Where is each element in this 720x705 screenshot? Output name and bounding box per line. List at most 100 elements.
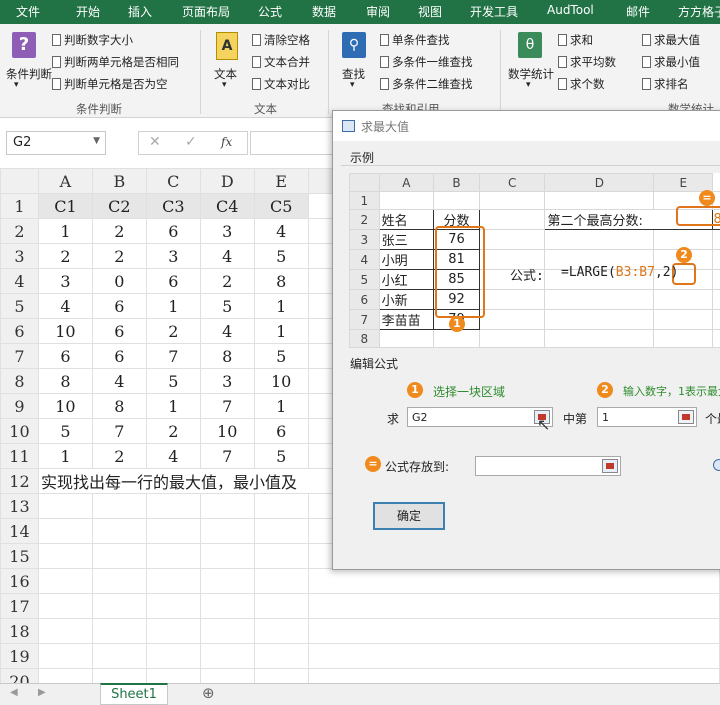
row-header[interactable]: 15	[0, 543, 39, 569]
cell[interactable]: 7	[199, 393, 255, 419]
cell[interactable]: 3	[199, 368, 255, 394]
header-cell[interactable]: C5	[253, 193, 309, 219]
cell[interactable]	[199, 593, 255, 619]
cell[interactable]: 7	[91, 418, 147, 444]
tab-data[interactable]: 数据	[312, 3, 336, 20]
sheet-tab[interactable]: Sheet1	[100, 683, 168, 705]
cell[interactable]: 3	[37, 268, 93, 294]
cell[interactable]	[37, 543, 93, 569]
row-header[interactable]: 6	[0, 318, 39, 344]
cell[interactable]	[253, 518, 309, 544]
cell[interactable]	[91, 618, 147, 644]
cell[interactable]	[37, 518, 93, 544]
cell[interactable]: 10	[199, 418, 255, 444]
cell[interactable]	[253, 493, 309, 519]
judge-cell-empty[interactable]: 判断单元格是否为空	[52, 76, 168, 92]
function-icon[interactable]: fx	[221, 135, 232, 149]
cell[interactable]	[199, 568, 255, 594]
tab-page-layout[interactable]: 页面布局	[182, 3, 230, 20]
cell[interactable]	[253, 643, 309, 669]
column-header[interactable]: A	[37, 168, 93, 194]
cell[interactable]	[145, 593, 201, 619]
add-sheet-icon[interactable]: ⊕	[202, 684, 215, 702]
k-input[interactable]: 1	[597, 407, 697, 427]
cell[interactable]: 4	[253, 218, 309, 244]
cell[interactable]: 4	[37, 293, 93, 319]
cell[interactable]	[145, 493, 201, 519]
cell[interactable]: 1	[37, 218, 93, 244]
cell[interactable]: 7	[145, 343, 201, 369]
cell[interactable]: 6	[145, 218, 201, 244]
cond-judge-button[interactable]: 条件判断	[6, 66, 52, 82]
scroll-left-icon[interactable]: ◀	[10, 687, 18, 698]
header-cell[interactable]: C4	[199, 193, 255, 219]
multi-cond-1d-find[interactable]: 多条件一维查找	[380, 54, 473, 70]
cell[interactable]	[199, 518, 255, 544]
column-header[interactable]: B	[91, 168, 147, 194]
judge-number-size[interactable]: 判断数字大小	[52, 32, 133, 48]
cell[interactable]: 1	[145, 293, 201, 319]
tab-fangfang[interactable]: 方方格子	[678, 3, 720, 20]
tab-review[interactable]: 审阅	[366, 3, 390, 20]
text-compare[interactable]: 文本对比	[252, 76, 310, 92]
cell[interactable]: 2	[145, 318, 201, 344]
row-header[interactable]: 13	[0, 493, 39, 519]
cell[interactable]: 2	[91, 443, 147, 469]
cell[interactable]: 5	[253, 443, 309, 469]
count[interactable]: 求个数	[558, 76, 605, 92]
formula-input[interactable]	[250, 131, 340, 155]
cell[interactable]: 1	[253, 318, 309, 344]
row-header[interactable]: 9	[0, 393, 39, 419]
row-header[interactable]: 8	[0, 368, 39, 394]
column-header[interactable]: D	[199, 168, 255, 194]
cell[interactable]: 5	[253, 243, 309, 269]
single-cond-find[interactable]: 单条件查找	[380, 32, 450, 48]
store-input[interactable]	[475, 456, 621, 476]
cell[interactable]: 1	[253, 293, 309, 319]
row-header[interactable]: 18	[0, 618, 39, 644]
sum[interactable]: 求和	[558, 32, 593, 48]
tab-insert[interactable]: 插入	[128, 3, 152, 20]
text-merge[interactable]: 文本合并	[252, 54, 310, 70]
tab-view[interactable]: 视图	[418, 3, 442, 20]
row-header[interactable]: 10	[0, 418, 39, 444]
row-header[interactable]: 3	[0, 243, 39, 269]
cell[interactable]: 0	[91, 268, 147, 294]
tab-audtool[interactable]: AudTool	[547, 3, 594, 17]
cell[interactable]	[253, 543, 309, 569]
find-max[interactable]: 求最大值	[642, 32, 700, 48]
row-header[interactable]: 16	[0, 568, 39, 594]
multi-cond-2d-find[interactable]: 多条件二维查找	[380, 76, 473, 92]
average[interactable]: 求平均数	[558, 54, 616, 70]
cell[interactable]: 10	[37, 318, 93, 344]
cancel-icon[interactable]: ✕	[149, 134, 161, 150]
cell[interactable]	[145, 518, 201, 544]
cell[interactable]: 2	[91, 243, 147, 269]
name-box[interactable]: G2 ▼	[6, 131, 106, 155]
stats-button[interactable]: 数学统计	[508, 66, 554, 82]
cell[interactable]	[91, 593, 147, 619]
cell[interactable]: 4	[199, 318, 255, 344]
cell[interactable]	[307, 643, 720, 669]
rank[interactable]: 求排名	[642, 76, 689, 92]
cell[interactable]: 4	[91, 368, 147, 394]
judge-cells-same[interactable]: 判断两单元格是否相同	[52, 54, 179, 70]
cell[interactable]	[37, 643, 93, 669]
row-header[interactable]: 2	[0, 218, 39, 244]
cell[interactable]	[253, 618, 309, 644]
cell[interactable]	[91, 643, 147, 669]
tab-developer[interactable]: 开发工具	[470, 3, 518, 20]
row-header[interactable]: 4	[0, 268, 39, 294]
cell[interactable]	[37, 568, 93, 594]
cell[interactable]	[37, 493, 93, 519]
row-header[interactable]: 17	[0, 593, 39, 619]
tab-home[interactable]: 开始	[76, 3, 100, 20]
cell[interactable]	[37, 593, 93, 619]
cell[interactable]: 6	[91, 293, 147, 319]
cell[interactable]: 3	[199, 218, 255, 244]
clear-spaces[interactable]: 清除空格	[252, 32, 310, 48]
cell[interactable]	[91, 543, 147, 569]
cell[interactable]	[199, 543, 255, 569]
cell[interactable]	[145, 543, 201, 569]
cell[interactable]: 2	[91, 218, 147, 244]
